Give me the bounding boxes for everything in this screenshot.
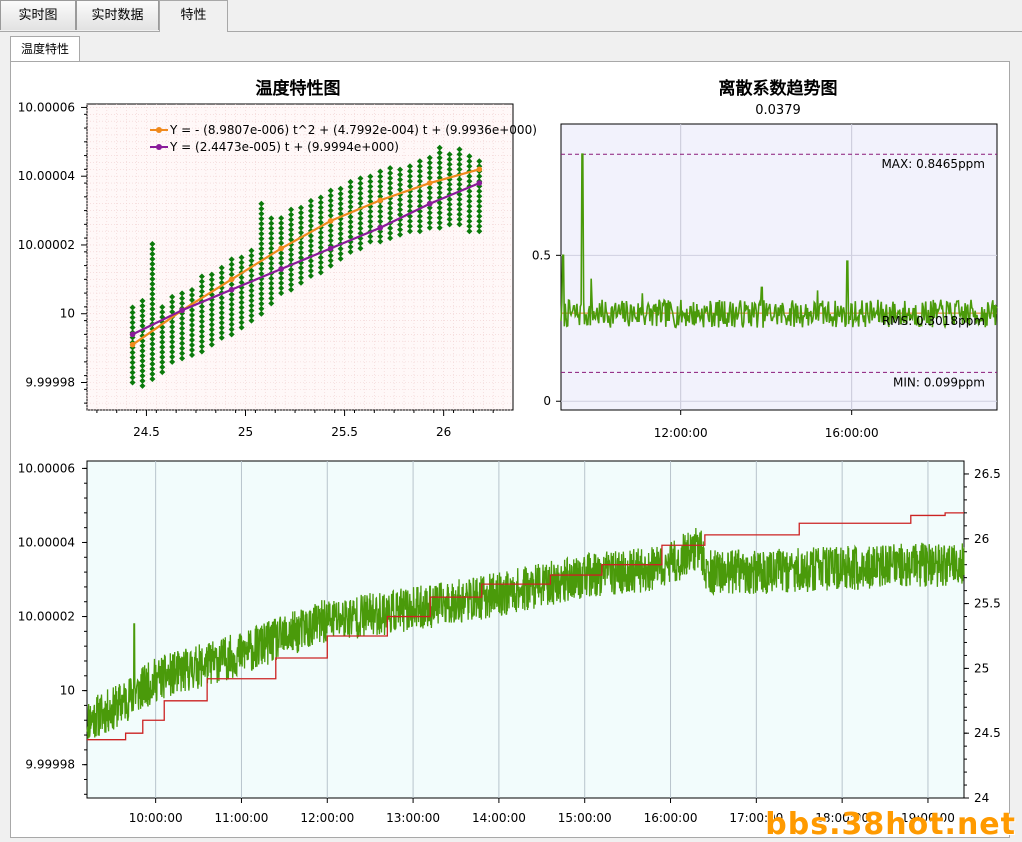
legend-quadratic-marker (156, 127, 162, 133)
chart1-xtick-label: 25.5 (331, 425, 358, 439)
chart1-fit-marker (278, 266, 284, 272)
charts-canvas: 温度特性图 24.5 25 25.5 26 10.00006 10.00004 10.000… (18, 78, 1001, 825)
chart1-fit-marker (426, 180, 433, 186)
chart3-right-ytick-label: 26 (974, 532, 989, 546)
chart1-fit-marker (278, 245, 284, 252)
chart1-fit-marker (228, 276, 235, 283)
chart3-left-ytick-label: 10 (60, 684, 75, 698)
chart3-xtick-label: 12:00:00 (300, 811, 354, 825)
chart3-plot-area (86, 460, 965, 799)
chart1-fit-marker (179, 307, 185, 314)
chart1-fit-marker (327, 245, 334, 252)
chart1-ytick-label: 10.00004 (18, 169, 75, 183)
chart3-left-ytick-label: 10.00006 (18, 461, 75, 475)
chart1-ytick-label: 9.99998 (25, 375, 75, 389)
chart3-right-ytick-label: 24.5 (974, 726, 1001, 740)
chart3-xtick-label: 14:00:00 (472, 811, 526, 825)
chart2-title: 离散系数趋势图 (719, 78, 838, 99)
chart2-ytick-label: 0.5 (532, 248, 551, 262)
chart1-fit-marker (426, 200, 433, 207)
chart3-right-ytick-label: 25.5 (974, 597, 1001, 611)
temperature-characteristic-chart: 温度特性图 24.5 25 25.5 26 10.00006 10.00004 10.000… (18, 78, 537, 439)
chart2-reference-label: MIN: 0.099ppm (893, 375, 985, 389)
chart2-subtitle: 0.0379 (755, 103, 801, 118)
chart3-xtick-label: 16:00:00 (644, 811, 698, 825)
chart1-fit-marker (228, 286, 235, 293)
chart1-xtick-label: 26 (436, 425, 451, 439)
chart1-fit-marker (476, 166, 483, 173)
chart2-reference-label: RMS: 0.3018ppm (882, 314, 985, 328)
chart3-left-ytick-label: 10.00002 (18, 610, 75, 624)
chart1-ytick-label: 10.00006 (18, 100, 75, 114)
chart1-fit-marker (377, 224, 384, 231)
chart1-fit-marker (377, 197, 384, 204)
dispersion-trend-chart: 离散系数趋势图 0.0379 12:00:00 16:00:00 0.5 0 MAX:… (532, 78, 998, 440)
chart1-fit-marker (327, 218, 334, 224)
chart1-xtick-label: 25 (238, 425, 253, 439)
chart1-fit-marker (129, 331, 136, 338)
chart3-xtick-label: 15:00:00 (558, 811, 612, 825)
chart2-xtick-label: 16:00:00 (825, 426, 879, 440)
watermark: bbs.38hot.net (765, 807, 1016, 842)
chart3-xtick-label: 11:00:00 (215, 811, 269, 825)
chart1-ytick-label: 10.00002 (18, 238, 75, 252)
chart3-left-ytick-label: 9.99998 (25, 758, 75, 772)
chart2-reference-label: MAX: 0.8465ppm (881, 157, 985, 171)
chart3-left-ytick-label: 10.00004 (18, 535, 75, 549)
time-series-chart: 10:00:00 11:00:00 12:00:00 13:00:00 14:00:00… (18, 460, 1001, 825)
chart2-ytick-label: 0 (543, 394, 551, 408)
chart3-right-ytick-label: 24 (974, 791, 989, 805)
chart2-xtick-label: 12:00:00 (654, 426, 708, 440)
chart3-right-ytick-label: 25 (974, 661, 989, 675)
chart3-xtick-label: 10:00:00 (129, 811, 183, 825)
chart1-ytick-label: 10 (60, 307, 75, 321)
chart3-right-ytick-label: 26.5 (974, 467, 1001, 481)
chart1-xtick-label: 24.5 (133, 425, 160, 439)
chart1-fit-marker (129, 341, 136, 348)
chart3-xtick-label: 13:00:00 (386, 811, 440, 825)
chart1-fit-marker (476, 180, 483, 186)
chart1-title: 温度特性图 (256, 78, 341, 99)
legend-quadratic-label: Y = - (8.9807e-006) t^2 + (4.7992e-004) … (169, 123, 537, 137)
legend-linear-label: Y = (2.4473e-005) t + (9.9994e+000) (169, 140, 399, 154)
legend-linear-marker (156, 144, 162, 150)
